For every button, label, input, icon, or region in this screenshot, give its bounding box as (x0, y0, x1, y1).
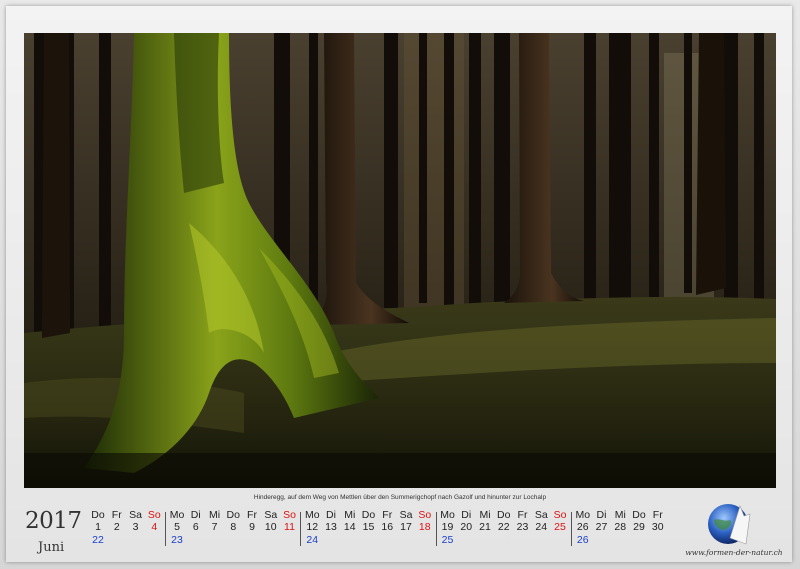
week-number: 25 (441, 534, 454, 546)
weekday-label: Fr (247, 509, 257, 521)
weekday-label: So (283, 509, 296, 521)
weekday-label: Di (461, 509, 472, 521)
week-divider (435, 512, 437, 546)
day-number: 11 (284, 521, 295, 533)
weekday-label: So (553, 509, 567, 521)
weekday-label: Mi (479, 509, 491, 521)
day-number: 5 (174, 521, 180, 533)
weekday-label: So (418, 509, 432, 521)
weekday-label: Sa (264, 509, 278, 521)
weekday-label: Mo (440, 509, 455, 521)
weekday-label: Mi (614, 509, 626, 521)
day-number: 1 (95, 521, 101, 533)
day-number: 17 (400, 521, 412, 533)
week-number: 23 (171, 534, 183, 546)
day-number: 27 (595, 521, 608, 533)
day-number: 20 (460, 521, 473, 533)
day-number: 28 (614, 521, 627, 533)
weekday-label: Sa (399, 509, 413, 521)
week-divider (165, 512, 166, 546)
day-number: 15 (362, 521, 375, 533)
weekday-label: Fr (111, 509, 122, 521)
week-number: 26 (576, 534, 589, 546)
weekday-label: Mo (304, 509, 320, 521)
forest-image (24, 33, 776, 488)
weekday-label: Fr (652, 509, 663, 521)
weekday-label: Do (361, 509, 376, 521)
weekday-label: Do (91, 509, 105, 521)
weekday-label: Do (226, 509, 240, 521)
weekday-label: Fr (517, 509, 528, 521)
day-number: 19 (441, 521, 454, 533)
day-number: 12 (306, 521, 319, 533)
day-number: 29 (633, 521, 645, 533)
week-divider (300, 512, 302, 546)
day-number: 16 (381, 521, 394, 533)
day-number: 10 (264, 521, 277, 533)
week-number: 24 (306, 534, 319, 546)
weekday-label: Fr (382, 509, 393, 521)
weekday-label: Sa (534, 509, 548, 521)
day-number: 8 (230, 521, 237, 533)
day-number: 21 (479, 521, 491, 533)
website-link[interactable]: www.formen-der-natur.ch (684, 548, 784, 557)
calendar-month: Juni (38, 540, 65, 555)
calendar-year: 2017 (25, 508, 82, 534)
weekday-label: Mi (344, 509, 356, 521)
day-number: 18 (418, 521, 431, 533)
weekday-label: Mi (208, 509, 221, 521)
weekday-label: Do (632, 509, 646, 521)
day-number: 13 (325, 521, 337, 533)
photo-caption: Hinderegg, auf dem Weg von Mettlen über … (253, 494, 547, 501)
day-number: 4 (151, 521, 158, 533)
day-number: 22 (497, 521, 510, 533)
day-number: 6 (192, 521, 199, 533)
day-number: 30 (651, 521, 664, 533)
weekday-label: Di (190, 509, 201, 521)
weekday-label: Sa (129, 509, 142, 521)
day-number: 3 (132, 521, 139, 533)
day-number: 14 (343, 521, 356, 533)
day-number: 25 (554, 521, 566, 533)
day-number: 7 (211, 521, 218, 533)
day-number: 23 (516, 521, 529, 533)
week-divider (570, 512, 572, 546)
weekday-label: Do (497, 509, 511, 521)
weekday-label: So (147, 509, 161, 521)
forest-photo (24, 33, 776, 488)
weekday-label: Di (596, 509, 607, 521)
day-number: 2 (113, 521, 120, 533)
week-number: 22 (92, 534, 104, 546)
weekday-label: Mo (169, 509, 185, 521)
weekday-label: Mo (575, 509, 591, 521)
globe-mountain-icon (706, 500, 754, 548)
day-number: 26 (576, 521, 589, 533)
day-number: 9 (249, 521, 255, 533)
weekday-label: Di (326, 509, 336, 521)
day-number: 24 (535, 521, 548, 533)
